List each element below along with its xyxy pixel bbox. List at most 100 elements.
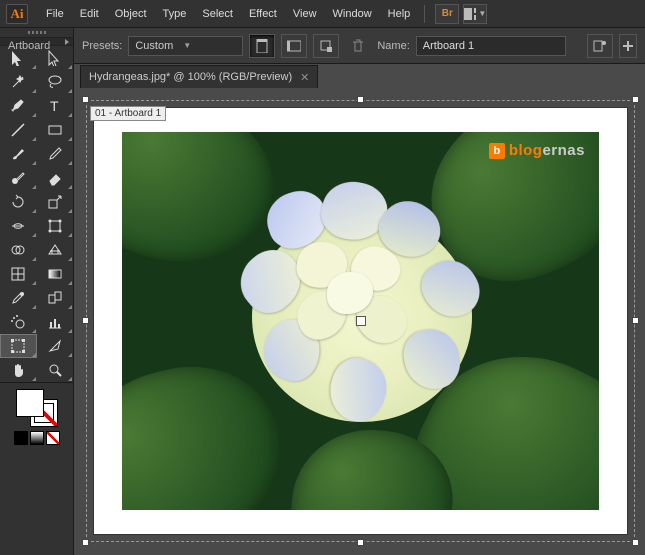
artboard-selection[interactable]: b blogernas 01 - Artboard 1 (86, 100, 635, 542)
fill-swatch[interactable] (16, 389, 44, 417)
zoom-tool[interactable] (37, 358, 74, 382)
free-transform-tool[interactable] (37, 214, 74, 238)
presets-dropdown[interactable]: Custom ▼ (128, 36, 243, 56)
artboard-name-input[interactable] (416, 36, 566, 56)
canvas-workspace[interactable]: b blogernas 01 - Artboard 1 (74, 88, 645, 555)
slice-icon (47, 338, 63, 354)
ctl-tool-mode: Artboard (8, 40, 50, 52)
chevron-down-icon: ▼ (478, 9, 486, 18)
line-segment-tool[interactable] (0, 118, 37, 142)
new-artboard-button[interactable] (313, 34, 339, 58)
pencil-tool[interactable] (37, 142, 74, 166)
resize-handle-bl[interactable] (82, 539, 89, 546)
shapebuilder-icon (10, 242, 26, 258)
column-graph-tool[interactable] (37, 310, 74, 334)
ctl-presets-label: Presets: (82, 40, 122, 52)
control-bar: Artboard Presets: Custom ▼ Name: (0, 28, 645, 64)
gradient-tool[interactable] (37, 262, 74, 286)
paintbrush-tool[interactable] (0, 142, 37, 166)
brush-icon (10, 146, 26, 162)
rotate-tool[interactable] (0, 190, 37, 214)
artboard-label-tag[interactable]: 01 - Artboard 1 (90, 106, 166, 121)
resize-handle-mr[interactable] (632, 317, 639, 324)
slice-tool[interactable] (37, 334, 74, 358)
artboard-center-mark[interactable] (356, 316, 366, 326)
mesh-tool[interactable] (0, 262, 37, 286)
svg-text:T: T (50, 98, 59, 114)
bridge-icon: Br (442, 8, 453, 19)
delete-artboard-button[interactable] (345, 34, 371, 58)
menu-select[interactable]: Select (194, 0, 241, 28)
color-mode-solid[interactable] (14, 431, 28, 445)
orientation-portrait-button[interactable] (249, 34, 275, 58)
document-tabstrip: Hydrangeas.jpg* @ 100% (RGB/Preview) ✕ (0, 64, 645, 88)
color-mode-gradient[interactable] (30, 431, 44, 445)
lasso-tool[interactable] (37, 70, 74, 94)
mesh-icon (10, 266, 26, 282)
options-icon (592, 39, 608, 53)
document-tab[interactable]: Hydrangeas.jpg* @ 100% (RGB/Preview) ✕ (80, 65, 318, 88)
pen-tool[interactable] (0, 94, 37, 118)
resize-handle-tl[interactable] (82, 96, 89, 103)
layout-grid-icon (464, 8, 476, 20)
artboard-tool[interactable] (0, 334, 37, 358)
resize-handle-ml[interactable] (82, 317, 89, 324)
menu-window[interactable]: Window (325, 0, 380, 28)
artboard-options-button[interactable] (587, 34, 613, 58)
magic-wand-tool[interactable] (0, 70, 37, 94)
scale-icon (47, 194, 63, 210)
tools-panel-grabber[interactable] (0, 28, 73, 38)
rect-icon (47, 122, 63, 138)
plus-button[interactable] (619, 34, 637, 58)
blend-icon (47, 290, 63, 306)
menu-help[interactable]: Help (380, 0, 419, 28)
blob-icon (10, 170, 26, 186)
width-tool[interactable] (0, 214, 37, 238)
resize-handle-bm[interactable] (357, 539, 364, 546)
new-artboard-icon (319, 39, 333, 53)
perspective-grid-tool[interactable] (37, 238, 74, 262)
chevron-down-icon: ▼ (183, 41, 191, 50)
tools-panel: T (0, 28, 74, 555)
eraser-tool[interactable] (37, 166, 74, 190)
zoom-icon (47, 362, 63, 378)
type-tool[interactable]: T (37, 94, 74, 118)
eyedropper-tool[interactable] (0, 286, 37, 310)
freetransform-icon (47, 218, 63, 234)
menu-view[interactable]: View (285, 0, 325, 28)
menu-edit[interactable]: Edit (72, 0, 107, 28)
pencil-icon (47, 146, 63, 162)
portrait-icon (256, 39, 268, 53)
pen-icon (10, 98, 26, 114)
ctl-name-label: Name: (377, 40, 409, 52)
fill-stroke-swatch[interactable] (0, 383, 73, 431)
resize-handle-br[interactable] (632, 539, 639, 546)
shape-builder-tool[interactable] (0, 238, 37, 262)
resize-handle-tr[interactable] (632, 96, 639, 103)
gradient-icon (47, 266, 63, 282)
resize-handle-tm[interactable] (357, 96, 364, 103)
eraser-icon (47, 170, 63, 186)
rotate-icon (10, 194, 26, 210)
graph-icon (47, 314, 63, 330)
menu-object[interactable]: Object (107, 0, 155, 28)
presets-value: Custom (135, 40, 173, 52)
close-tab-button[interactable]: ✕ (300, 71, 309, 84)
go-to-bridge-button[interactable]: Br (435, 4, 459, 24)
arrange-documents-button[interactable]: ▼ (463, 4, 487, 24)
color-mode-none[interactable] (46, 431, 60, 445)
type-icon: T (47, 98, 63, 114)
symbol-sprayer-tool[interactable] (0, 310, 37, 334)
rectangle-tool[interactable] (37, 118, 74, 142)
trash-icon (352, 39, 364, 53)
orientation-landscape-button[interactable] (281, 34, 307, 58)
hand-icon (10, 362, 26, 378)
blob-brush-tool[interactable] (0, 166, 37, 190)
menu-file[interactable]: File (38, 0, 72, 28)
hand-tool[interactable] (0, 358, 37, 382)
color-mode-row (0, 431, 73, 449)
scale-tool[interactable] (37, 190, 74, 214)
menu-effect[interactable]: Effect (241, 0, 285, 28)
blend-tool[interactable] (37, 286, 74, 310)
menu-type[interactable]: Type (155, 0, 195, 28)
